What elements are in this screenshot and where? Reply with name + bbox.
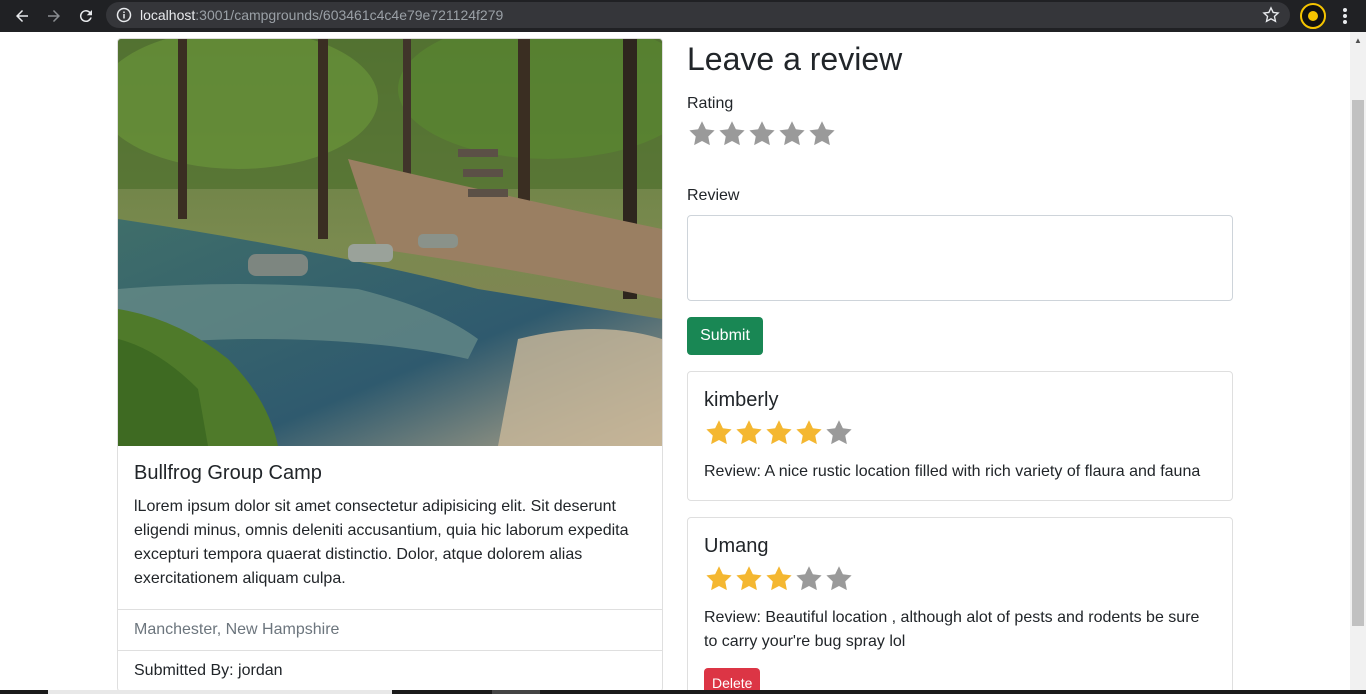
star-filled-icon xyxy=(796,420,822,445)
reload-button[interactable] xyxy=(70,0,102,32)
address-bar[interactable]: localhost:3001/campgrounds/603461c4c4e79… xyxy=(106,2,1290,28)
review-rating xyxy=(704,564,1216,594)
review-label: Review xyxy=(687,187,740,204)
campground-image xyxy=(118,39,662,446)
browser-toolbar: localhost:3001/campgrounds/603461c4c4e79… xyxy=(0,0,1366,32)
rating-star-icon[interactable] xyxy=(717,119,747,149)
star-filled-icon xyxy=(766,566,792,591)
leave-review-heading: Leave a review xyxy=(687,41,903,77)
review-author: Umang xyxy=(704,535,769,557)
star-filled-icon xyxy=(706,420,732,445)
page-content: Bullfrog Group Camp lLorem ipsum dolor s… xyxy=(0,32,1350,694)
url-path: :3001/campgrounds/603461c4c4e79e721124f2… xyxy=(195,7,504,23)
review-text: Review: A nice rustic location filled wi… xyxy=(704,463,1201,480)
info-icon xyxy=(116,7,132,23)
campground-title: Bullfrog Group Camp xyxy=(134,462,322,484)
arrow-left-icon xyxy=(16,10,28,22)
extension-icon[interactable] xyxy=(1300,3,1326,29)
review-text: Review: Beautiful location , although al… xyxy=(704,609,1200,650)
page-scrollbar[interactable]: ▲ xyxy=(1350,32,1366,694)
review-card: kimberly Review: A nice rustic location … xyxy=(687,371,1233,501)
review-card: Umang Review: Beautiful location , altho… xyxy=(687,517,1233,694)
submit-button[interactable]: Submit xyxy=(687,317,763,355)
rating-star-icon[interactable] xyxy=(747,119,777,149)
review-textarea[interactable] xyxy=(687,215,1233,301)
star-filled-icon xyxy=(766,420,792,445)
review-rating xyxy=(704,418,1216,448)
reload-icon xyxy=(79,10,92,23)
campground-card-body: Bullfrog Group Camp lLorem ipsum dolor s… xyxy=(118,446,662,609)
rating-star-icon[interactable] xyxy=(777,119,807,149)
campground-author: Submitted By: jordan xyxy=(118,650,662,691)
campground-card: Bullfrog Group Camp lLorem ipsum dolor s… xyxy=(117,38,663,692)
campground-description: lLorem ipsum dolor sit amet consectetur … xyxy=(134,498,629,587)
url-host: localhost xyxy=(140,7,196,23)
star-empty-icon xyxy=(796,566,822,591)
bookmark-star-icon[interactable] xyxy=(1262,6,1280,24)
star-empty-icon xyxy=(826,420,852,445)
star-filled-icon xyxy=(706,566,732,591)
back-button[interactable] xyxy=(6,0,38,32)
scroll-up-arrow-icon[interactable]: ▲ xyxy=(1350,32,1366,48)
forward-button[interactable] xyxy=(38,0,70,32)
arrow-right-icon xyxy=(48,10,60,22)
rating-label: Rating xyxy=(687,95,734,112)
star-filled-icon xyxy=(736,420,762,445)
review-author: kimberly xyxy=(704,389,779,411)
rating-input[interactable] xyxy=(687,119,1233,149)
browser-menu-button[interactable] xyxy=(1335,6,1355,26)
rating-star-icon[interactable] xyxy=(807,119,837,149)
review-column: Leave a review Rating Review Submit kimb… xyxy=(687,32,1233,694)
campground-location: Manchester, New Hampshire xyxy=(118,609,662,650)
star-empty-icon xyxy=(826,566,852,591)
taskbar-strip xyxy=(0,690,1366,694)
scrollbar-thumb[interactable] xyxy=(1352,100,1364,626)
star-filled-icon xyxy=(736,566,762,591)
rating-star-icon[interactable] xyxy=(687,119,717,149)
